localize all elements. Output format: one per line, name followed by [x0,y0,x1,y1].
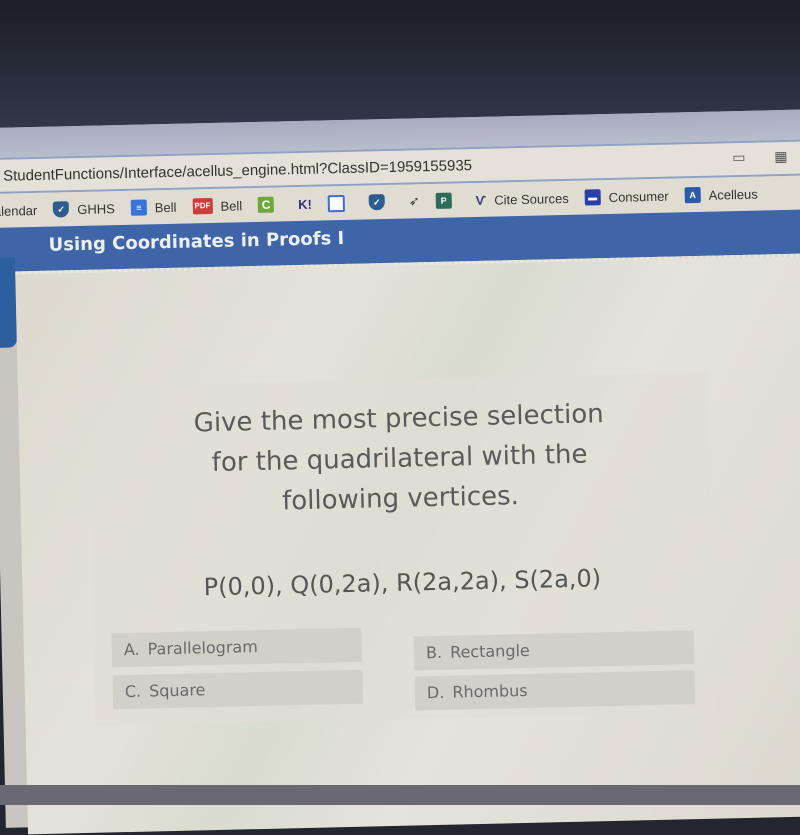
shield-icon: ✓ [53,201,70,218]
window-icon: ▬ [584,189,601,206]
shield-icon: ✓ [368,194,385,211]
acellus-icon: A [684,186,701,204]
bookmark-bird[interactable]: ➶ [409,193,420,209]
c-icon: C [257,196,275,213]
answer-option-d[interactable]: D. Rhombus [414,670,696,711]
bookmark-shield[interactable]: ✓ [368,194,393,211]
docs-icon: ≡ [130,199,147,216]
footer-bar [0,785,800,805]
extensions-icon[interactable]: ▦ [771,148,791,164]
browser-window: StudentFunctions/Interface/acellus_engin… [0,109,800,835]
layout-icon [327,194,346,212]
bookmark-cite-sources[interactable]: Ѵ Cite Sources [476,190,569,207]
bookmark-calendar[interactable]: alendar [0,202,37,218]
url-text[interactable]: StudentFunctions/Interface/acellus_engin… [3,157,472,185]
bookmark-ghhs[interactable]: ✓ GHHS [53,200,115,218]
kahoot-icon: K! [297,196,313,212]
bookmark-bell-docs[interactable]: ≡ Bell [130,199,177,216]
bookmark-layout[interactable] [327,194,353,212]
bookmark-bell-pdf[interactable]: PDF Bell [192,197,242,215]
question-card: Give the most precise selection for the … [87,371,716,726]
p-icon: P [435,192,452,209]
bookmark-p[interactable]: P [435,192,460,209]
question-prompt: Give the most precise selection for the … [193,399,604,517]
bookmark-consumer[interactable]: ▬ Consumer [584,188,669,206]
bookmark-kahoot[interactable]: K! [298,196,312,211]
answer-option-b[interactable]: B. Rectangle [413,630,695,671]
answer-option-a[interactable]: A. Parallelogram [111,627,363,668]
squirrel-icon: Ѵ [475,192,487,208]
bookmark-c[interactable]: C [257,196,282,213]
bird-icon: ➶ [408,193,420,209]
cast-icon[interactable]: ▭ [729,149,749,165]
lesson-title: Using Coordinates in Proofs I [48,227,345,256]
bookmark-acellus[interactable]: A Acelleus [684,186,758,204]
pdf-icon: PDF [192,197,213,215]
vertices-text: P(0,0), Q(0,2a), R(2a,2a), S(2a,0) [203,564,602,602]
answer-option-c[interactable]: C. Square [112,669,364,710]
